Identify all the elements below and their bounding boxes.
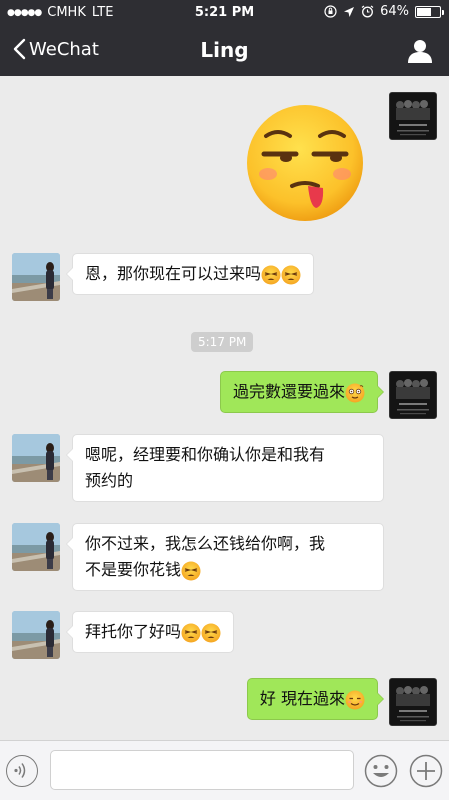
- my-avatar[interactable]: [389, 678, 437, 726]
- message-text-line: 不是要你花钱: [85, 560, 182, 579]
- input-toolbar: [0, 740, 449, 800]
- contact-photo: [12, 611, 60, 659]
- message-text: 好 現在過來: [259, 689, 345, 708]
- message-bubble[interactable]: 恩，那你现在可以过来吗: [65, 253, 315, 295]
- contact-avatar[interactable]: [12, 523, 60, 571]
- tired-face-emoji: [261, 265, 281, 285]
- tired-face-emoji: [201, 623, 221, 643]
- smiley-icon: [364, 754, 398, 788]
- pensive-tongue-emoji-sticker: [247, 105, 363, 221]
- message-text: 恩，那你现在可以过来吗: [85, 264, 262, 283]
- contact-avatar[interactable]: [12, 611, 60, 659]
- battery-percent: 64%: [380, 4, 409, 19]
- poster-avatar-image: [390, 93, 436, 139]
- contact-profile-button[interactable]: [407, 38, 433, 64]
- message-text: 過完數還要過來: [232, 382, 345, 401]
- poster-avatar-image: [390, 679, 436, 725]
- message-text-line: 你不过来，我怎么还钱给你啊，我: [85, 534, 326, 553]
- person-icon: [408, 40, 432, 63]
- message-text: 拜托你了好吗: [85, 622, 182, 641]
- battery-icon: [415, 5, 444, 18]
- my-avatar[interactable]: [389, 92, 437, 140]
- dizzy-face-emoji: [345, 383, 365, 403]
- message-bubble[interactable]: 你不过来，我怎么还钱给你啊，我 不是要你花钱: [66, 523, 384, 591]
- message-text-line: 嗯呢，经理要和你确认你是和我有: [85, 445, 326, 464]
- sticker-message[interactable]: [244, 102, 366, 224]
- chevron-left-icon: [13, 38, 26, 60]
- message-input[interactable]: [50, 750, 354, 790]
- plus-icon: [409, 754, 443, 788]
- voice-input-button[interactable]: [6, 755, 38, 787]
- tired-face-emoji: [181, 561, 201, 581]
- emoji-button[interactable]: [364, 754, 398, 788]
- my-message-bubble[interactable]: 過完數還要過來: [219, 371, 385, 413]
- poster-avatar-image: [390, 372, 436, 418]
- nav-bar: WeChat Ling: [0, 26, 449, 76]
- rotation-lock-icon: [324, 5, 337, 18]
- more-actions-button[interactable]: [409, 754, 443, 788]
- tired-face-emoji: [281, 265, 301, 285]
- battery-level: [417, 7, 432, 16]
- tired-face-emoji: [181, 623, 201, 643]
- contact-photo: [12, 253, 60, 301]
- chat-area[interactable]: 恩，那你现在可以过来吗 5:17 PM 過完數還要過來 嗯呢，经理要和你确认你是…: [0, 76, 449, 738]
- location-arrow-icon: [344, 6, 355, 17]
- voice-icon: [14, 763, 26, 778]
- message-bubble[interactable]: 嗯呢，经理要和你确认你是和我有 预约的: [66, 434, 384, 502]
- contact-photo: [12, 523, 60, 571]
- contact-avatar[interactable]: [12, 253, 60, 301]
- status-bar: ●●●●● CMHK LTE 5:21 PM 64%: [0, 0, 449, 26]
- my-avatar[interactable]: [389, 371, 437, 419]
- contact-photo: [12, 434, 60, 482]
- back-label: WeChat: [29, 38, 99, 60]
- back-button[interactable]: WeChat: [12, 38, 99, 60]
- message-text-line: 预约的: [85, 471, 134, 490]
- my-message-bubble[interactable]: 好 現在過來: [246, 678, 385, 720]
- alarm-icon: [361, 5, 374, 18]
- timestamp-divider: 5:17 PM: [191, 332, 254, 352]
- contact-avatar[interactable]: [12, 434, 60, 482]
- message-bubble[interactable]: 拜托你了好吗: [65, 611, 235, 653]
- squinting-face-emoji: [345, 690, 365, 710]
